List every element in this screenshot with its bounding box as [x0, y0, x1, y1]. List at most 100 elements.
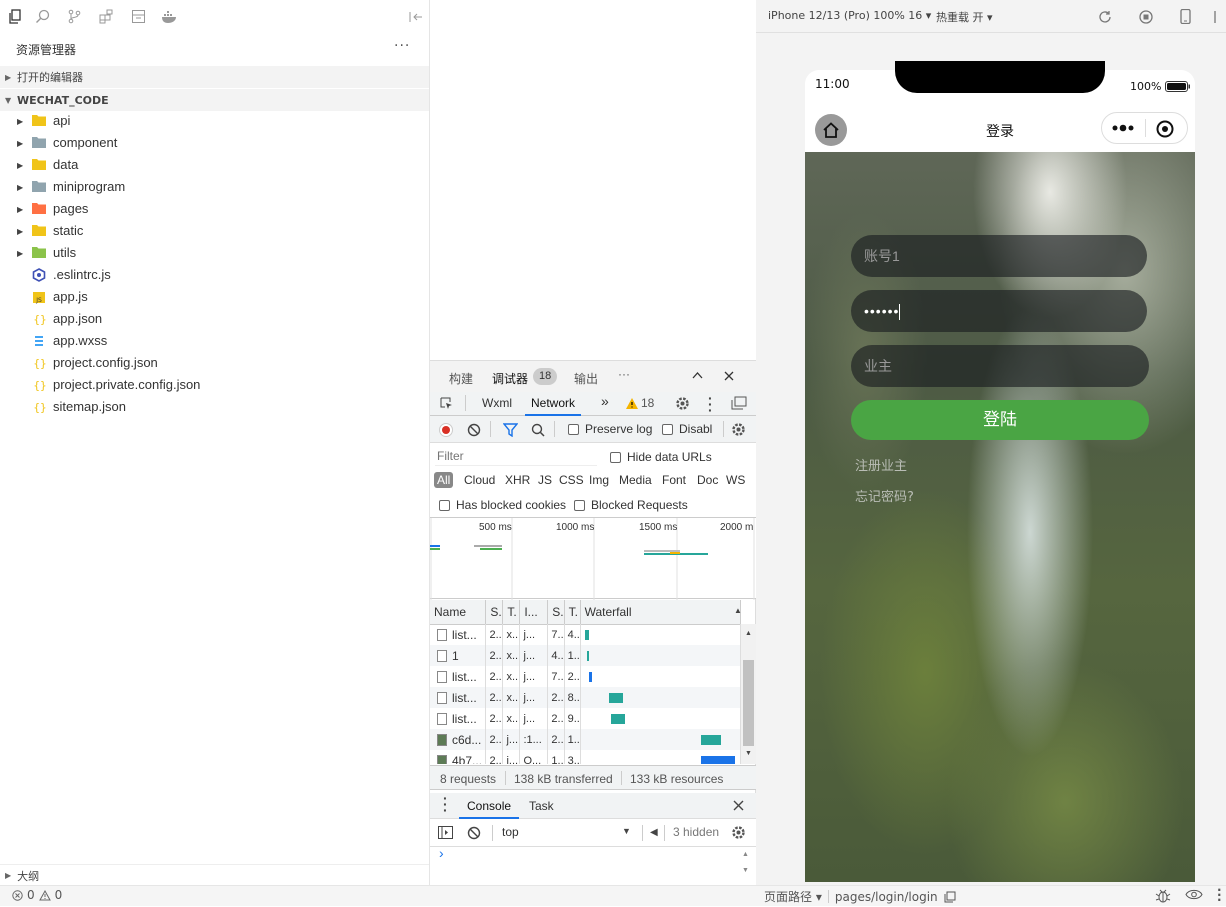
- close-miniprogram-icon[interactable]: [1156, 120, 1174, 138]
- tab-task[interactable]: Task: [529, 799, 554, 813]
- more-icon[interactable]: [1214, 10, 1220, 24]
- problems-indicator[interactable]: 0 0: [12, 888, 62, 902]
- chevron-right-icon[interactable]: ▶: [17, 183, 23, 192]
- column-header[interactable]: T.: [564, 600, 581, 625]
- search-icon[interactable]: [26, 0, 58, 33]
- scroll-down-icon[interactable]: ▼: [745, 750, 752, 757]
- chevron-right-icon[interactable]: ▶: [17, 139, 23, 148]
- more-dots-icon[interactable]: · · ·: [1217, 884, 1222, 906]
- tab-output[interactable]: 输出: [574, 370, 598, 387]
- sidebar-toggle-icon[interactable]: [438, 826, 453, 839]
- tree-file[interactable]: {} sitemap.json: [0, 396, 429, 418]
- source-control-icon[interactable]: [58, 0, 90, 33]
- filter-type-ws[interactable]: WS: [726, 473, 745, 487]
- table-row[interactable]: 4b7... 2.. j... O... 1.. 3..: [430, 750, 741, 764]
- blocked-cookies-checkbox[interactable]: Has blocked cookies: [439, 498, 566, 512]
- network-settings-icon[interactable]: [731, 422, 746, 437]
- editor-area[interactable]: [430, 0, 756, 360]
- hot-reload-toggle[interactable]: 热重载 开 ▾: [936, 9, 993, 25]
- tree-folder[interactable]: ▶ static: [0, 220, 429, 242]
- filter-type-doc[interactable]: Doc: [697, 473, 718, 487]
- tree-file[interactable]: {} project.private.config.json: [0, 374, 429, 396]
- record-button[interactable]: [439, 423, 453, 437]
- chevron-right-icon[interactable]: ▶: [17, 227, 23, 236]
- column-header[interactable]: S.: [485, 600, 504, 625]
- blocked-requests-checkbox[interactable]: Blocked Requests: [574, 498, 688, 512]
- page-path-selector[interactable]: 页面路径 ▾: [764, 888, 822, 905]
- context-selector[interactable]: top: [502, 825, 519, 839]
- cloud-dev-icon[interactable]: [122, 0, 154, 33]
- tab-wxml[interactable]: Wxml: [482, 396, 512, 410]
- table-scrollbar[interactable]: ▲ ▼: [741, 624, 756, 764]
- filter-type-css[interactable]: CSS: [559, 473, 584, 487]
- account-input[interactable]: 账号1: [851, 235, 1147, 277]
- table-row[interactable]: list... 2.. x.. j... 2.. 8..: [430, 687, 741, 708]
- tree-folder[interactable]: ▶ miniprogram: [0, 176, 429, 198]
- tree-folder[interactable]: ▶ component: [0, 132, 429, 154]
- clear-icon[interactable]: [467, 423, 481, 437]
- network-overview-timeline[interactable]: 500 ms 1000 ms 1500 ms 2000 m: [430, 517, 756, 600]
- tab-network[interactable]: Network: [525, 392, 582, 416]
- collapse-panel-icon[interactable]: [408, 0, 424, 33]
- column-header[interactable]: T.: [502, 600, 521, 625]
- scroll-up-icon[interactable]: ▲: [745, 630, 752, 637]
- phone-icon[interactable]: [1180, 9, 1191, 24]
- explorer-more-button[interactable]: ···: [394, 38, 410, 54]
- filter-type-js[interactable]: JS: [538, 473, 552, 487]
- preview-eye-icon[interactable]: [1185, 888, 1203, 903]
- settings-gear-icon[interactable]: [675, 396, 690, 411]
- chevron-up-icon[interactable]: [692, 371, 703, 379]
- filter-type-img[interactable]: Img: [589, 473, 609, 487]
- tree-folder[interactable]: ▶ pages: [0, 198, 429, 220]
- extensions-icon[interactable]: [90, 0, 122, 33]
- search-icon[interactable]: [531, 423, 545, 437]
- scroll-down-icon[interactable]: ▼: [742, 867, 749, 874]
- disable-cache-checkbox[interactable]: Disabl: [662, 422, 712, 436]
- scroll-thumb[interactable]: [743, 660, 754, 746]
- chevron-right-icon[interactable]: ▶: [17, 205, 23, 214]
- device-selector[interactable]: iPhone 12/13 (Pro) 100% 16 ▾: [768, 9, 931, 22]
- table-row[interactable]: list... 2.. x.. j... 7.. 4..: [430, 624, 741, 645]
- chevron-left-icon[interactable]: ◀: [650, 827, 658, 838]
- open-editors-section[interactable]: ▶ 打开的编辑器: [0, 66, 429, 88]
- tree-file[interactable]: app.wxss: [0, 330, 429, 352]
- tree-folder[interactable]: ▶ api: [0, 110, 429, 132]
- clear-console-icon[interactable]: [467, 826, 481, 840]
- chevron-down-icon[interactable]: ▼: [622, 826, 631, 836]
- filter-type-all[interactable]: All: [434, 472, 454, 488]
- column-header[interactable]: S.: [547, 600, 565, 625]
- table-row[interactable]: list... 2.. x.. j... 2.. 9..: [430, 708, 741, 729]
- tab-debugger[interactable]: 调试器: [492, 370, 528, 387]
- preserve-log-checkbox[interactable]: Preserve log: [568, 422, 652, 436]
- hide-data-urls-checkbox[interactable]: Hide data URLs: [610, 450, 712, 464]
- docker-icon[interactable]: [154, 0, 186, 33]
- tab-build[interactable]: 构建: [449, 370, 473, 387]
- filter-input[interactable]: [435, 446, 597, 466]
- scroll-up-icon[interactable]: ▲: [742, 851, 749, 858]
- tree-file[interactable]: {} app.json: [0, 308, 429, 330]
- debug-bug-icon[interactable]: [1155, 888, 1171, 903]
- tree-file[interactable]: JS app.js: [0, 286, 429, 308]
- sort-asc-icon[interactable]: ▲: [734, 606, 742, 615]
- explorer-icon[interactable]: [4, 0, 26, 33]
- copy-icon[interactable]: [944, 891, 956, 903]
- tab-console[interactable]: Console: [459, 793, 520, 819]
- filter-icon[interactable]: [503, 423, 518, 437]
- undock-icon[interactable]: [731, 396, 747, 410]
- console-settings-icon[interactable]: [731, 825, 746, 840]
- column-header[interactable]: Waterfall: [580, 600, 742, 625]
- filter-type-font[interactable]: Font: [662, 473, 686, 487]
- outline-section[interactable]: ▶ 大纲: [0, 864, 429, 886]
- role-input[interactable]: 业主: [851, 345, 1149, 387]
- more-tabs-button[interactable]: »: [601, 393, 609, 409]
- table-row[interactable]: list... 2.. x.. j... 7.. 2..: [430, 666, 741, 687]
- more-dots-icon[interactable]: [1112, 121, 1136, 135]
- tree-folder[interactable]: ▶ utils: [0, 242, 429, 264]
- login-button[interactable]: 登陆: [851, 400, 1149, 440]
- inspect-element-icon[interactable]: [439, 396, 454, 411]
- column-header[interactable]: I...: [519, 600, 549, 625]
- tree-folder[interactable]: ▶ data: [0, 154, 429, 176]
- forgot-password-link[interactable]: 忘记密码?: [855, 486, 914, 505]
- password-input[interactable]: ••••••: [851, 290, 1147, 332]
- filter-type-media[interactable]: Media: [619, 473, 652, 487]
